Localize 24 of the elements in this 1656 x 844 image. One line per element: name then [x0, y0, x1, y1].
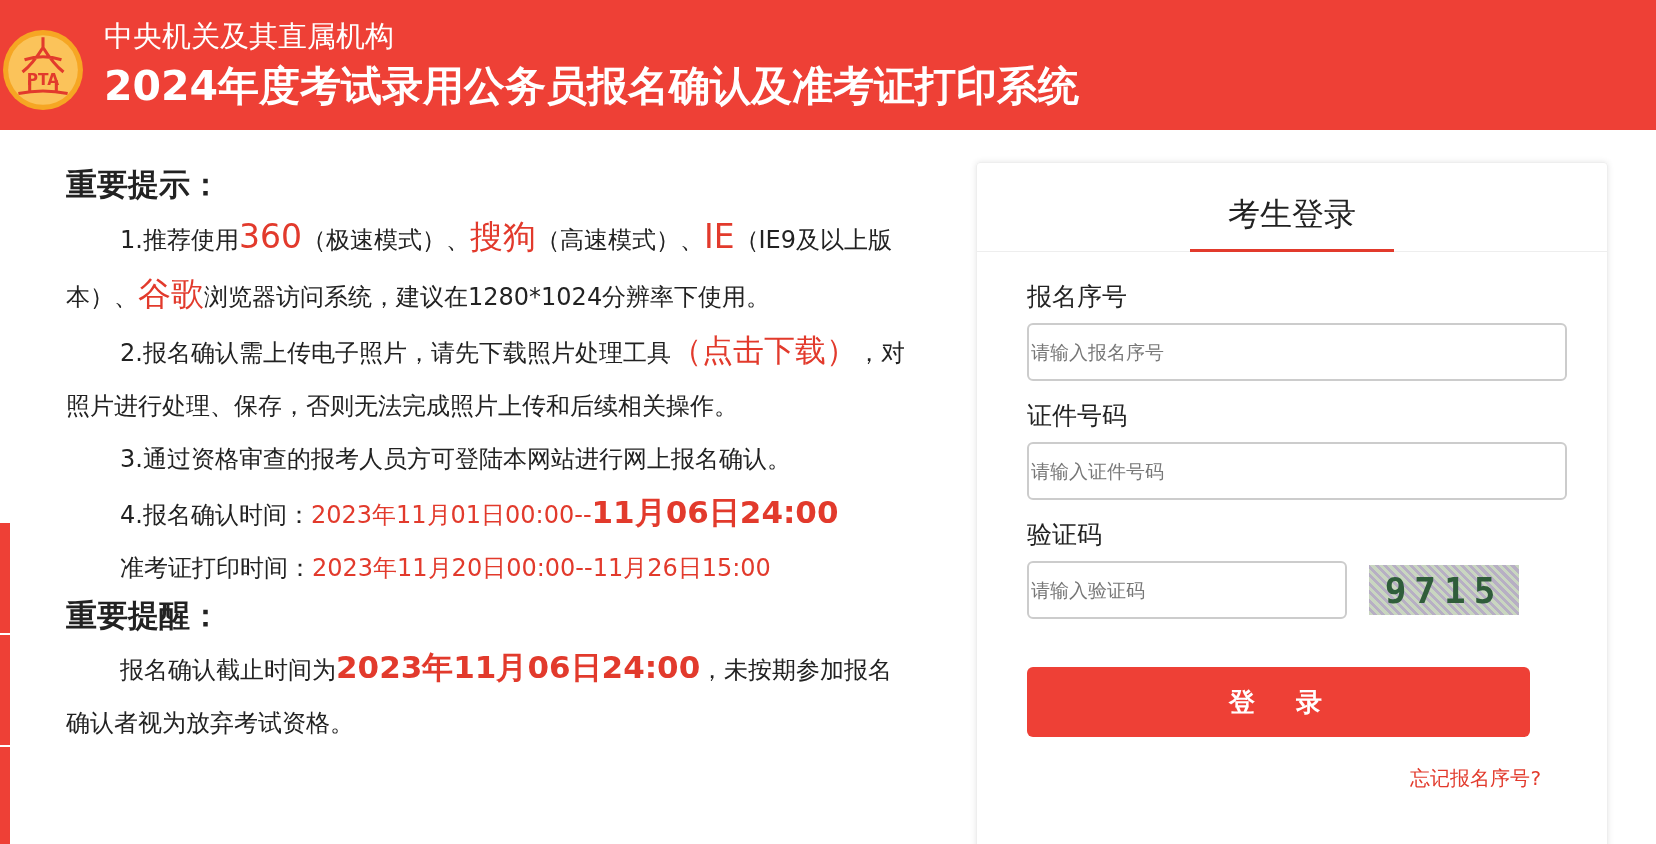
section-heading: 重要提示： — [66, 165, 222, 204]
notice-paragraph: 3.通过资格审查的报考人员方可登陆本网站进行网上报名确认。 — [119, 444, 792, 475]
side-tab[interactable] — [0, 635, 10, 745]
section-heading: 重要提醒： — [66, 596, 222, 635]
login-title: 考生登录 — [1190, 163, 1394, 252]
side-tab[interactable] — [0, 523, 10, 633]
notice-paragraph: 准考证打印时间：2023年11月20日00:00--11月26日15:00 — [119, 553, 772, 584]
notice-paragraph: 1.推荐使用360（极速模式）、搜狗（高速模式）、IE（IE9及以上版本）、谷歌浏览器访问系统，建议在1280*1024分辨率下使用。 — [66, 216, 893, 315]
notice-paragraph: 2.报名确认需上传电子照片，请先下载照片处理工具（点击下载），对照片进行处理、保存，否则无法完成照片上传和后续相关操作。 — [66, 331, 906, 422]
header-subtitle: 中央机关及其直属机构 — [104, 17, 395, 55]
captcha-image[interactable]: 9715 — [1369, 565, 1519, 615]
forgot-link[interactable]: 忘记报名序号? — [1410, 765, 1541, 792]
input-field[interactable]: 请输入报名序号 — [1027, 323, 1567, 381]
header-title: 2024年度考试录用公务员报名确认及准考证打印系统 — [104, 60, 1080, 112]
login-button[interactable]: 登录 — [1027, 667, 1530, 737]
captcha-field[interactable]: 请输入验证码 — [1027, 561, 1347, 619]
side-tab[interactable] — [0, 747, 10, 844]
download-link[interactable]: （点击下载） — [670, 332, 857, 368]
field-label: 证件号码 — [1027, 400, 1128, 432]
notice-paragraph: 报名确认截止时间为2023年11月06日24:00，未按期参加报名确认者视为放弃考试资格。 — [66, 648, 894, 739]
field-label: 验证码 — [1027, 519, 1103, 551]
input-field[interactable]: 请输入证件号码 — [1027, 442, 1567, 500]
notice-paragraph: 4.报名确认时间：2023年11月01日00:00--11月06日24:00 — [119, 493, 840, 532]
field-label: 报名序号 — [1027, 281, 1128, 313]
